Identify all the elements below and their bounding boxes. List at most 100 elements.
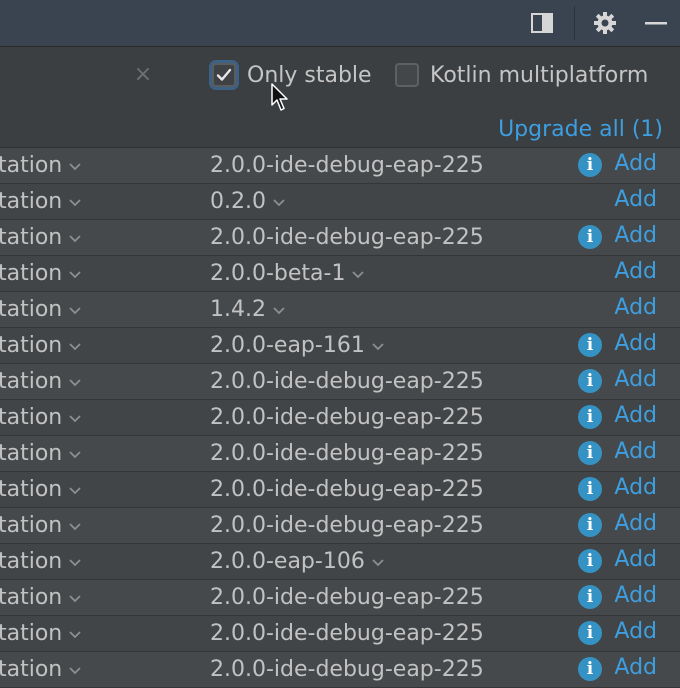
add-button[interactable]: Add [614,545,657,575]
version-cell[interactable]: 2.0.0-ide-debug-eap-225 [210,151,484,181]
version-cell[interactable]: 2.0.0-ide-debug-eap-225 [210,439,484,469]
table-row[interactable]: tation 1.4.2 Add [0,292,680,328]
info-icon[interactable]: i [578,153,602,177]
table-row[interactable]: tation 2.0.0-ide-debug-eap-225 i Add [0,220,680,256]
version-cell[interactable]: 2.0.0-ide-debug-eap-225 [210,223,484,253]
version-cell[interactable]: 1.4.2 [210,295,286,325]
add-button[interactable]: Add [614,185,657,215]
table-row[interactable]: tation 2.0.0-ide-debug-eap-225 i Add [0,580,680,616]
chevron-down-icon[interactable] [68,161,82,171]
chevron-down-icon[interactable] [68,557,82,567]
table-row[interactable]: tation 2.0.0-beta-1 Add [0,256,680,292]
artifact-name-cell[interactable]: tation [0,655,82,685]
version-cell[interactable]: 2.0.0-ide-debug-eap-225 [210,619,484,649]
table-row[interactable]: tation 2.0.0-ide-debug-eap-225 i Add [0,436,680,472]
table-row[interactable]: tation 2.0.0-ide-debug-eap-225 i Add [0,148,680,184]
add-button[interactable]: Add [614,257,657,287]
artifact-name-cell[interactable]: tation [0,295,82,325]
only-stable-label[interactable]: Only stable [247,62,372,90]
version-cell[interactable]: 0.2.0 [210,187,286,217]
info-icon[interactable]: i [578,621,602,645]
table-row[interactable]: tation 2.0.0-ide-debug-eap-225 i Add [0,400,680,436]
add-button[interactable]: Add [614,329,657,359]
version-cell[interactable]: 2.0.0-ide-debug-eap-225 [210,511,484,541]
chevron-down-icon[interactable] [68,377,82,387]
table-row[interactable]: tation 2.0.0-eap-106 i Add [0,544,680,580]
artifact-name-cell[interactable]: tation [0,547,82,577]
table-row[interactable]: tation 2.0.0-eap-161 i Add [0,328,680,364]
chevron-down-icon[interactable] [68,197,82,207]
info-icon[interactable]: i [578,657,602,681]
artifact-name-cell[interactable]: tation [0,331,82,361]
table-row[interactable]: tation 2.0.0-ide-debug-eap-225 i Add [0,616,680,652]
add-button[interactable]: Add [614,509,657,539]
artifact-name-cell[interactable]: tation [0,367,82,397]
add-button[interactable]: Add [614,293,657,323]
add-button[interactable]: Add [614,437,657,467]
table-row[interactable]: tation 2.0.0-ide-debug-eap-225 i Add [0,508,680,544]
info-icon[interactable]: i [578,585,602,609]
add-button[interactable]: Add [614,653,657,683]
artifact-name-cell[interactable]: tation [0,223,82,253]
chevron-down-icon[interactable] [68,341,82,351]
chevron-down-icon[interactable] [68,629,82,639]
info-icon[interactable]: i [578,549,602,573]
chevron-down-icon[interactable] [272,305,286,315]
version-cell[interactable]: 2.0.0-ide-debug-eap-225 [210,403,484,433]
chevron-down-icon[interactable] [68,593,82,603]
kotlin-multiplatform-checkbox[interactable] [395,63,419,87]
add-button[interactable]: Add [614,473,657,503]
artifact-name-cell[interactable]: tation [0,511,82,541]
artifact-name-cell[interactable]: tation [0,583,82,613]
chevron-down-icon[interactable] [68,449,82,459]
info-icon[interactable]: i [578,477,602,501]
upgrade-all-link[interactable]: Upgrade all (1) [498,116,663,144]
add-button[interactable]: Add [614,617,657,647]
artifact-name-cell[interactable]: tation [0,151,82,181]
artifact-name-cell[interactable]: tation [0,475,82,505]
add-button[interactable]: Add [614,149,657,179]
info-icon[interactable]: i [578,225,602,249]
info-icon[interactable]: i [578,369,602,393]
artifact-name-cell[interactable]: tation [0,187,82,217]
info-icon[interactable]: i [578,405,602,429]
version-cell[interactable]: 2.0.0-ide-debug-eap-225 [210,475,484,505]
artifact-name-cell[interactable]: tation [0,259,82,289]
chevron-down-icon[interactable] [371,557,385,567]
table-row[interactable]: tation 2.0.0-ide-debug-eap-225 i Add [0,472,680,508]
chevron-down-icon[interactable] [68,665,82,675]
version-cell[interactable]: 2.0.0-ide-debug-eap-225 [210,655,484,685]
version-cell[interactable]: 2.0.0-ide-debug-eap-225 [210,583,484,613]
table-row[interactable]: tation 2.0.0-ide-debug-eap-225 i Add [0,652,680,688]
version-cell[interactable]: 2.0.0-eap-106 [210,547,385,577]
kotlin-multiplatform-label[interactable]: Kotlin multiplatform [430,62,648,90]
chevron-down-icon[interactable] [68,485,82,495]
minimize-icon[interactable] [643,10,669,36]
add-button[interactable]: Add [614,365,657,395]
info-icon[interactable]: i [578,513,602,537]
artifact-name-cell[interactable]: tation [0,439,82,469]
panel-layout-icon[interactable] [529,10,555,36]
version-cell[interactable]: 2.0.0-eap-161 [210,331,385,361]
chevron-down-icon[interactable] [272,197,286,207]
add-button[interactable]: Add [614,401,657,431]
table-row[interactable]: tation 0.2.0 Add [0,184,680,220]
only-stable-checkbox[interactable] [212,63,236,87]
info-icon[interactable]: i [578,333,602,357]
add-button[interactable]: Add [614,221,657,251]
add-button[interactable]: Add [614,581,657,611]
gear-icon[interactable] [592,10,618,36]
chevron-down-icon[interactable] [68,521,82,531]
version-cell[interactable]: 2.0.0-beta-1 [210,259,365,289]
artifact-name-cell[interactable]: tation [0,403,82,433]
version-cell[interactable]: 2.0.0-ide-debug-eap-225 [210,367,484,397]
chevron-down-icon[interactable] [68,413,82,423]
chevron-down-icon[interactable] [68,233,82,243]
chevron-down-icon[interactable] [371,341,385,351]
clear-search-icon[interactable]: × [133,62,153,88]
table-row[interactable]: tation 2.0.0-ide-debug-eap-225 i Add [0,364,680,400]
chevron-down-icon[interactable] [351,269,365,279]
artifact-name-cell[interactable]: tation [0,619,82,649]
info-icon[interactable]: i [578,441,602,465]
chevron-down-icon[interactable] [68,269,82,279]
